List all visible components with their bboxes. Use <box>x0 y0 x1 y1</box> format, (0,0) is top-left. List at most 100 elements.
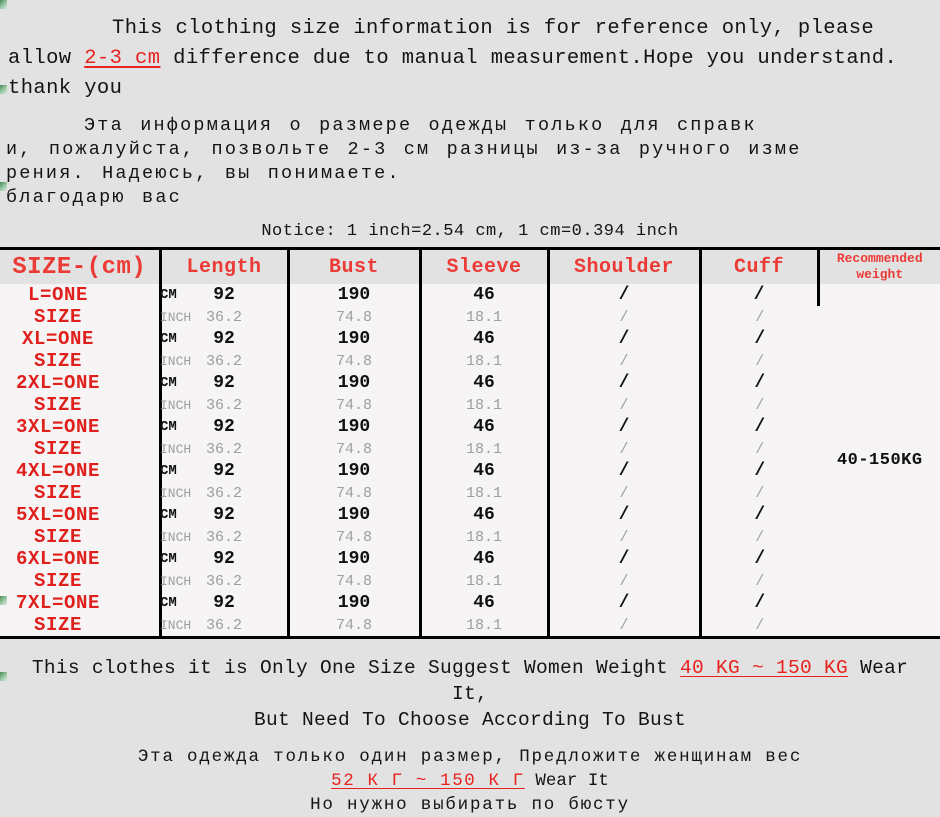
table-row: 6XL=ONE SIZE CM 92 190 46// <box>0 548 940 592</box>
conversion-notice: Notice: 1 inch=2.54 cm, 1 cm=0.394 inch <box>261 222 679 241</box>
table-row: 3XL=ONE SIZE CM 92 190 46// <box>0 416 940 460</box>
cell-inch-shoulder-7: / <box>548 614 702 638</box>
cell-inch-shoulder-5: / <box>548 526 702 548</box>
cell-cm-length-2: 92 <box>160 372 290 394</box>
size-label-4: 4XL=ONE SIZE <box>15 460 100 504</box>
table-row: 5XL=ONE SIZE CM 92 190 46// <box>0 504 940 548</box>
table-header-row: SIZE-(cm) Length Bust Sleeve Shoulder Cu… <box>0 248 940 284</box>
cell-cm-length-0: 92 <box>160 284 290 306</box>
size-chart-table: SIZE-(cm) Length Bust Sleeve Shoulder Cu… <box>0 247 940 639</box>
cell-inch-shoulder-0: / <box>548 306 702 328</box>
bottom-weight-highlight: 40 KG ~ 150 KG <box>680 657 849 679</box>
bottom-en-text-1: This clothes it is Only One Size Suggest… <box>31 657 681 679</box>
cell-inch-sleeve-7: 18.1 <box>420 614 550 638</box>
cell-cm-shoulder-7: / <box>548 592 702 614</box>
cell-inch-cuff-3: / <box>755 440 765 458</box>
cell-cm-sleeve-1: 46 <box>420 328 550 350</box>
bottom-ru-wear-it: Wear It <box>524 771 609 791</box>
weight-header-line-1: Recommended <box>836 251 923 266</box>
table-header: SIZE-(cm) Length Bust Sleeve Shoulder Cu… <box>0 248 940 284</box>
bottom-russian-note: Эта одежда только один размер, Предложит… <box>0 733 940 817</box>
cell-cm-sleeve-4: 46 <box>420 460 550 482</box>
cell-cm-sleeve-5: 46 <box>420 504 550 526</box>
cell-cm-bust-6: 190 <box>288 548 422 570</box>
cell-inch-bust-6: 74.8 <box>288 570 422 592</box>
cell-inch-bust-7: 74.8 <box>288 614 422 638</box>
cell-inch-bust-4: 74.8 <box>288 482 422 504</box>
cell-inch-shoulder-3: / <box>548 438 702 460</box>
cell-inch-cuff-1: / <box>755 352 765 370</box>
top-disclaimer: This clothing size information is for re… <box>0 0 940 104</box>
cell-cm-shoulder-1: / <box>548 328 702 350</box>
bottom-ru-weight-highlight: 52 К Г ~ 150 К Г <box>331 771 525 791</box>
cell-inch-bust-3: 74.8 <box>288 438 422 460</box>
column-header-recommended-weight: Recommended weight <box>818 248 940 284</box>
cell-cm-sleeve-2: 46 <box>420 372 550 394</box>
cell-inch-sleeve-4: 18.1 <box>420 482 550 504</box>
cell-inch-sleeve-0: 18.1 <box>420 306 550 328</box>
column-header-cuff: Cuff <box>700 248 820 284</box>
russian-disclaimer: Эта информация о размере одежды только д… <box>0 104 940 210</box>
cell-inch-bust-0: 74.8 <box>288 306 422 328</box>
table-row: 2XL=ONE SIZE CM 92 190 46// <box>0 372 940 416</box>
cell-cm-cuff-6: / <box>754 549 766 569</box>
table-body: L=ONE SIZE CM 92 190 46//40-150KG INCH 36.2 74.… <box>0 284 940 638</box>
cell-cm-shoulder-6: / <box>548 548 702 570</box>
cell-cm-shoulder-5: / <box>548 504 702 526</box>
bottom-english-note: This clothes it is Only One Size Suggest… <box>0 639 940 733</box>
cell-inch-sleeve-2: 18.1 <box>420 394 550 416</box>
cell-cm-length-7: 92 <box>160 592 290 614</box>
table-row: XL=ONE SIZE CM 92 190 46// <box>0 328 940 372</box>
size-label-2: 2XL=ONE SIZE <box>15 372 100 416</box>
cell-cm-bust-7: 190 <box>288 592 422 614</box>
cell-inch-cuff-5: / <box>755 528 765 546</box>
cell-cm-bust-1: 190 <box>288 328 422 350</box>
cell-cm-length-1: 92 <box>160 328 290 350</box>
cell-cm-length-3: 92 <box>160 416 290 438</box>
cell-cm-cuff-7: / <box>754 593 766 613</box>
table-row: 4XL=ONE SIZE CM 92 190 46// <box>0 460 940 504</box>
cell-inch-shoulder-2: / <box>548 394 702 416</box>
table-row: L=ONE SIZE CM 92 190 46//40-150KG <box>0 284 940 470</box>
cell-cm-cuff-3: / <box>754 417 766 437</box>
size-label-6: 6XL=ONE SIZE <box>15 548 100 592</box>
cell-cm-cuff-0: / <box>700 284 820 306</box>
cell-cm-cuff-1: / <box>754 329 766 349</box>
column-header-length: Length <box>160 248 290 284</box>
cell-cm-bust-5: 190 <box>288 504 422 526</box>
cell-inch-sleeve-6: 18.1 <box>420 570 550 592</box>
cell-inch-shoulder-6: / <box>548 570 702 592</box>
cell-inch-cuff-2: / <box>755 396 765 414</box>
bottom-ru-line-1: Эта одежда только один размер, Предложит… <box>137 747 803 767</box>
russian-disclaimer-line-3: рения. Надеюсь, вы понимаете. <box>6 163 401 184</box>
size-label-3: 3XL=ONE SIZE <box>15 416 100 460</box>
cell-inch-cuff-6: / <box>755 572 765 590</box>
column-header-sleeve: Sleeve <box>420 248 550 284</box>
cell-cm-shoulder-2: / <box>548 372 702 394</box>
cell-cm-sleeve-3: 46 <box>420 416 550 438</box>
bottom-en-line-2: But Need To Choose According To Bust <box>253 709 687 731</box>
cell-cm-cuff-2: / <box>754 373 766 393</box>
size-label-7: 7XL=ONE SIZE <box>15 592 100 636</box>
cell-cm-sleeve-0: 46 <box>420 284 550 306</box>
size-label-1: XL=ONE SIZE <box>21 328 94 372</box>
cell-cm-length-6: 92 <box>160 548 290 570</box>
column-header-shoulder: Shoulder <box>548 248 702 284</box>
cell-inch-bust-1: 74.8 <box>288 350 422 372</box>
size-label-5: 5XL=ONE SIZE <box>15 504 100 548</box>
bottom-ru-line-2: 52 К Г ~ 150 К Г Wear It <box>10 769 930 793</box>
cell-inch-sleeve-3: 18.1 <box>420 438 550 460</box>
cell-cm-cuff-5: / <box>754 505 766 525</box>
cell-cm-cuff-4: / <box>754 461 766 481</box>
cell-cm-length-5: 92 <box>160 504 290 526</box>
column-header-size: SIZE-(cm) <box>0 248 162 284</box>
russian-disclaimer-line-2: и, пожалуйста, позвольте 2-3 см разницы … <box>6 139 802 160</box>
cell-cm-shoulder-0: / <box>548 284 702 306</box>
cell-cm-bust-3: 190 <box>288 416 422 438</box>
cell-cm-shoulder-4: / <box>548 460 702 482</box>
cell-inch-bust-2: 74.8 <box>288 394 422 416</box>
cell-cm-shoulder-3: / <box>548 416 702 438</box>
cell-inch-cuff-4: / <box>755 484 765 502</box>
recommended-weight-value: 40-150KG <box>836 450 923 470</box>
cell-inch-bust-5: 74.8 <box>288 526 422 548</box>
